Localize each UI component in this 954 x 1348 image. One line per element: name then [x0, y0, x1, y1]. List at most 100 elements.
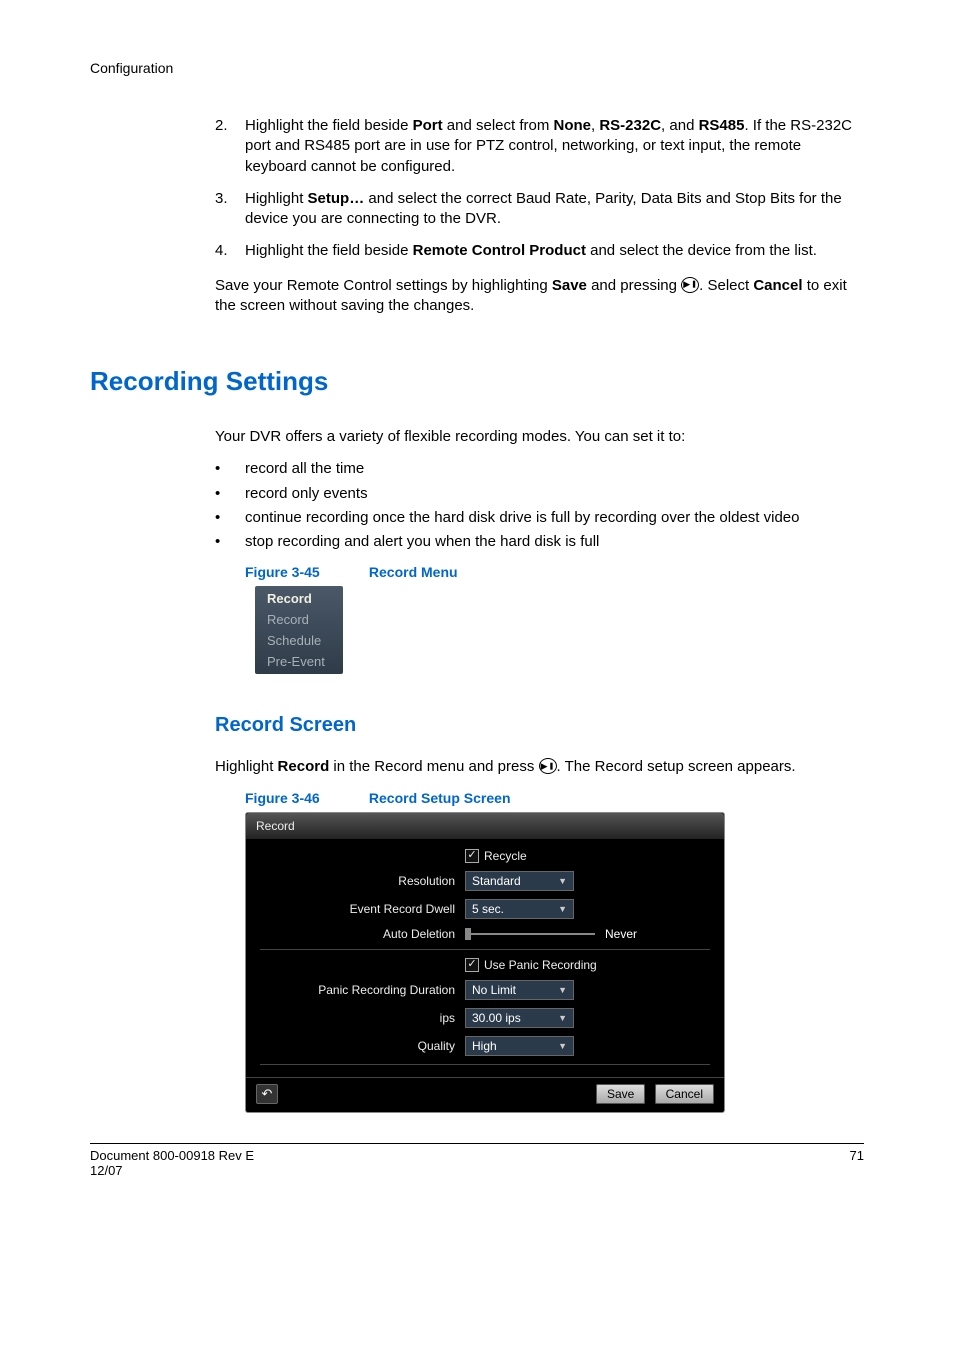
page-footer: Document 800-00918 Rev E 12/07 71 — [90, 1143, 864, 1178]
checkbox-icon: ✓ — [465, 958, 479, 972]
quality-dropdown[interactable]: High ▼ — [465, 1036, 574, 1056]
record-paragraph: Highlight Record in the Record menu and … — [215, 757, 864, 777]
text: Highlight the field beside — [245, 117, 413, 134]
resolution-label: Resolution — [260, 874, 465, 888]
setup-title: Record — [246, 813, 724, 839]
play-pause-icon: ▶❚ — [539, 758, 557, 774]
bold: None — [554, 117, 592, 134]
chevron-down-icon: ▼ — [558, 985, 567, 995]
ips-dropdown[interactable]: 30.00 ips ▼ — [465, 1008, 574, 1028]
footer-doc: Document 800-00918 Rev E — [90, 1148, 254, 1163]
menu-item-pre-event[interactable]: Pre-Event — [255, 651, 343, 672]
figure-number: Figure 3-45 — [245, 564, 365, 580]
divider — [260, 1064, 710, 1065]
bold: RS485 — [699, 117, 745, 134]
resolution-dropdown[interactable]: Standard ▼ — [465, 871, 574, 891]
chevron-down-icon: ▼ — [558, 1041, 567, 1051]
dropdown-value: No Limit — [472, 983, 516, 997]
bullet-icon: • — [215, 532, 245, 552]
recycle-checkbox[interactable]: ✓ Recycle — [465, 849, 527, 863]
subsection-title: Record Screen — [215, 714, 864, 737]
intro-paragraph: Your DVR offers a variety of flexible re… — [215, 427, 864, 447]
dropdown-value: 30.00 ips — [472, 1011, 521, 1025]
back-button[interactable]: ↶ — [256, 1084, 278, 1104]
panic-duration-label: Panic Recording Duration — [260, 983, 465, 997]
bold: Setup… — [308, 190, 365, 207]
bold: Record — [278, 758, 330, 775]
list-item-3: 3. Highlight Setup… and select the corre… — [215, 189, 864, 230]
list-text: Highlight the field beside Port and sele… — [245, 116, 864, 177]
list-number: 4. — [215, 241, 245, 261]
footer-date: 12/07 — [90, 1163, 254, 1178]
use-panic-checkbox[interactable]: ✓ Use Panic Recording — [465, 958, 597, 972]
figure-number: Figure 3-46 — [245, 790, 365, 806]
text: . The Record setup screen appears. — [557, 758, 796, 775]
bold: Cancel — [753, 277, 802, 294]
text: Save your Remote Control settings by hig… — [215, 277, 552, 294]
page-header-section: Configuration — [90, 60, 864, 76]
record-menu-box: Record Record Schedule Pre-Event — [255, 586, 343, 674]
bullet-item: •stop recording and alert you when the h… — [215, 532, 864, 552]
checkbox-label: Recycle — [484, 849, 527, 863]
play-pause-icon: ▶❚ — [681, 277, 699, 293]
save-paragraph: Save your Remote Control settings by hig… — [215, 276, 864, 317]
bullet-item: •record all the time — [215, 459, 864, 479]
menu-item-record[interactable]: Record — [255, 609, 343, 630]
bullet-icon: • — [215, 508, 245, 528]
bullet-icon: • — [215, 459, 245, 479]
bullet-item: •record only events — [215, 484, 864, 504]
event-dwell-label: Event Record Dwell — [260, 902, 465, 916]
cancel-button[interactable]: Cancel — [655, 1084, 714, 1104]
figure-title: Record Menu — [369, 564, 458, 580]
list-item-2: 2. Highlight the field beside Port and s… — [215, 116, 864, 177]
menu-item-schedule[interactable]: Schedule — [255, 630, 343, 651]
record-setup-screen: Record ✓ Recycle Resolution Standard ▼ — [245, 812, 725, 1113]
figure-title: Record Setup Screen — [369, 790, 511, 806]
bullet-item: •continue recording once the hard disk d… — [215, 508, 864, 528]
footer-page-number: 71 — [850, 1148, 864, 1178]
numbered-list: 2. Highlight the field beside Port and s… — [215, 116, 864, 262]
auto-deletion-label: Auto Deletion — [260, 927, 465, 941]
bold: Port — [413, 117, 443, 134]
text: Highlight — [245, 190, 308, 207]
ips-label: ips — [260, 1011, 465, 1025]
bullet-text: continue recording once the hard disk dr… — [245, 508, 799, 528]
dropdown-value: 5 sec. — [472, 902, 504, 916]
panic-duration-dropdown[interactable]: No Limit ▼ — [465, 980, 574, 1000]
list-number: 2. — [215, 116, 245, 177]
list-number: 3. — [215, 189, 245, 230]
checkbox-icon: ✓ — [465, 849, 479, 863]
bold: RS-232C — [599, 117, 661, 134]
dropdown-value: Standard — [472, 874, 521, 888]
text: . Select — [699, 277, 753, 294]
chevron-down-icon: ▼ — [558, 904, 567, 914]
text: Highlight — [215, 758, 278, 775]
text: in the Record menu and press — [329, 758, 538, 775]
text: Highlight the field beside — [245, 242, 413, 259]
dropdown-value: High — [472, 1039, 497, 1053]
bullet-text: stop recording and alert you when the ha… — [245, 532, 599, 552]
bold: Remote Control Product — [413, 242, 586, 259]
slider-thumb-icon — [465, 928, 471, 940]
bullet-icon: • — [215, 484, 245, 504]
list-text: Highlight Setup… and select the correct … — [245, 189, 864, 230]
list-item-4: 4. Highlight the field beside Remote Con… — [215, 241, 864, 261]
divider — [260, 949, 710, 950]
chevron-down-icon: ▼ — [558, 876, 567, 886]
bold: Save — [552, 277, 587, 294]
quality-label: Quality — [260, 1039, 465, 1053]
slider-value: Never — [605, 927, 637, 941]
save-button[interactable]: Save — [596, 1084, 645, 1104]
list-text: Highlight the field beside Remote Contro… — [245, 241, 817, 261]
auto-deletion-slider[interactable]: Never — [465, 927, 637, 941]
event-dwell-dropdown[interactable]: 5 sec. ▼ — [465, 899, 574, 919]
figure-label-45: Figure 3-45 Record Menu — [245, 564, 864, 580]
bullet-text: record only events — [245, 484, 368, 504]
checkbox-label: Use Panic Recording — [484, 958, 597, 972]
menu-title: Record — [255, 588, 343, 609]
figure-label-46: Figure 3-46 Record Setup Screen — [245, 790, 864, 806]
text: and select from — [443, 117, 554, 134]
text: and pressing — [587, 277, 681, 294]
bullet-list: •record all the time •record only events… — [215, 459, 864, 552]
section-title: Recording Settings — [90, 366, 864, 397]
